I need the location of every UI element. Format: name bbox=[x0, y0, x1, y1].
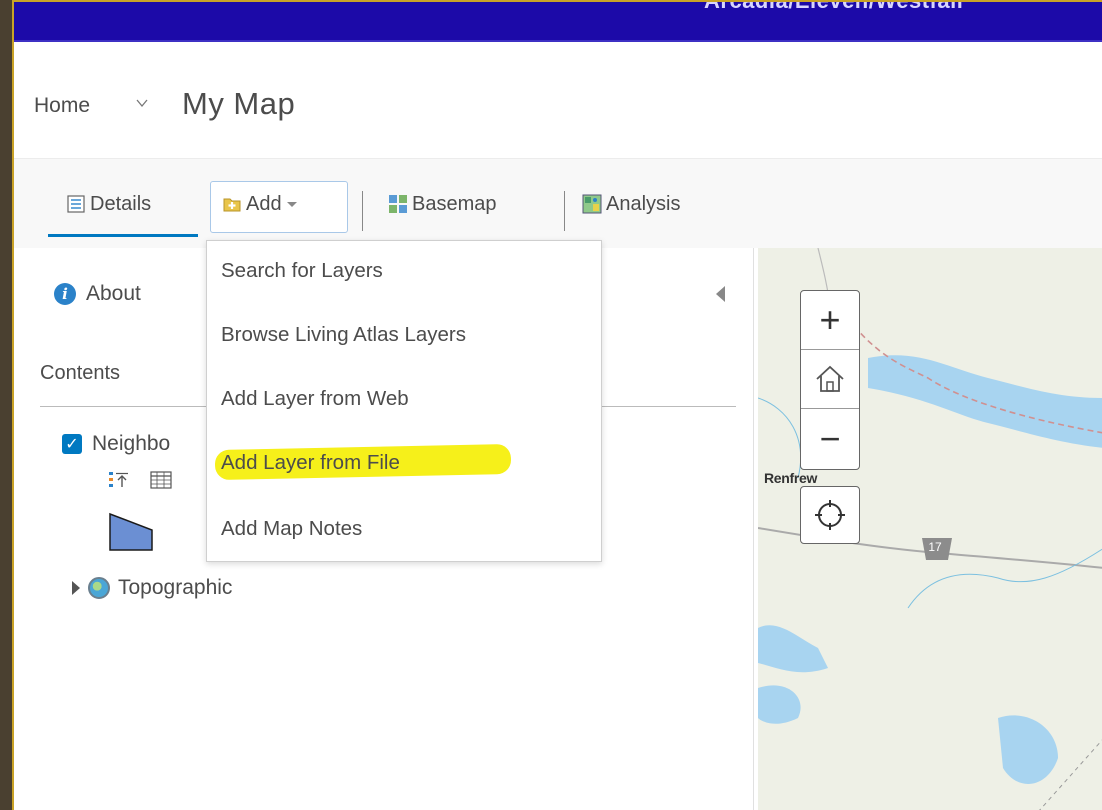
contents-heading: Contents bbox=[40, 362, 121, 384]
details-icon bbox=[67, 195, 85, 213]
chevron-down-icon[interactable] bbox=[136, 98, 148, 108]
chevron-down-icon bbox=[286, 202, 297, 207]
about-label: About bbox=[86, 282, 141, 305]
add-content-icon bbox=[223, 198, 241, 212]
layer-item-topographic[interactable]: Topographic bbox=[72, 576, 232, 600]
home-link[interactable]: Home bbox=[34, 94, 90, 118]
basemap-grid-icon bbox=[389, 195, 407, 213]
place-label: Renfrew bbox=[764, 470, 818, 486]
locate-icon bbox=[815, 500, 845, 530]
menu-item-browse-living-atlas[interactable]: Browse Living Atlas Layers bbox=[221, 323, 466, 347]
banner-text: Arcadia/Eleven/Westfall bbox=[704, 0, 964, 13]
table-icon[interactable] bbox=[150, 470, 172, 490]
about-button[interactable]: i About bbox=[54, 282, 141, 306]
map-view[interactable]: 17 Renfrew + − bbox=[758, 248, 1102, 810]
menu-item-label: Add Layer from File bbox=[221, 451, 400, 474]
zoom-in-button[interactable]: + bbox=[801, 291, 859, 350]
details-label: Details bbox=[90, 192, 152, 215]
add-dropdown-menu: Search for Layers Browse Living Atlas La… bbox=[206, 240, 602, 562]
locate-button[interactable] bbox=[800, 486, 860, 544]
layer-label: Topographic bbox=[118, 576, 233, 599]
menu-item-add-layer-file[interactable]: Add Layer from File bbox=[214, 443, 512, 481]
add-button[interactable]: Add bbox=[222, 189, 298, 219]
header: Home My Map bbox=[14, 42, 1102, 158]
zoom-controls: + − bbox=[800, 290, 860, 470]
layer-visibility-checkbox[interactable]: ✓ bbox=[62, 434, 82, 454]
globe-icon bbox=[88, 577, 110, 599]
home-button[interactable] bbox=[801, 350, 859, 409]
toolbar-divider bbox=[564, 191, 565, 231]
details-button[interactable]: Details bbox=[66, 189, 151, 219]
home-icon bbox=[816, 365, 844, 392]
add-label: Add bbox=[246, 192, 282, 215]
menu-item-search-layers[interactable]: Search for Layers bbox=[221, 259, 383, 283]
analysis-label: Analysis bbox=[606, 192, 681, 215]
app-window: Arcadia/Eleven/Westfall Home My Map Deta… bbox=[12, 0, 1102, 810]
layer-label: Neighbo bbox=[92, 432, 171, 455]
basemap-label: Basemap bbox=[412, 192, 497, 215]
map-title: My Map bbox=[182, 86, 296, 121]
menu-item-add-map-notes[interactable]: Add Map Notes bbox=[221, 517, 362, 541]
basemap-button[interactable]: Basemap bbox=[388, 189, 497, 219]
toolbar-divider bbox=[362, 191, 363, 231]
top-banner: Arcadia/Eleven/Westfall bbox=[14, 2, 1102, 42]
route-shield: 17 bbox=[928, 540, 942, 554]
layer-tools bbox=[108, 470, 172, 490]
analysis-button[interactable]: Analysis bbox=[582, 189, 680, 219]
menu-item-add-layer-web[interactable]: Add Layer from Web bbox=[221, 387, 409, 411]
analysis-icon bbox=[582, 194, 602, 214]
polygon-symbol-icon bbox=[109, 512, 153, 551]
active-tab-indicator bbox=[48, 234, 198, 237]
info-icon: i bbox=[54, 283, 76, 305]
layer-item-neighborhoods[interactable]: ✓ Neighbo bbox=[62, 432, 170, 456]
collapse-panel-icon[interactable] bbox=[716, 286, 725, 302]
show-legend-icon[interactable] bbox=[108, 470, 130, 490]
zoom-out-button[interactable]: − bbox=[801, 409, 859, 468]
toolbar: Details Add Basemap Analysis bbox=[14, 158, 1102, 248]
expand-icon[interactable] bbox=[72, 581, 80, 595]
